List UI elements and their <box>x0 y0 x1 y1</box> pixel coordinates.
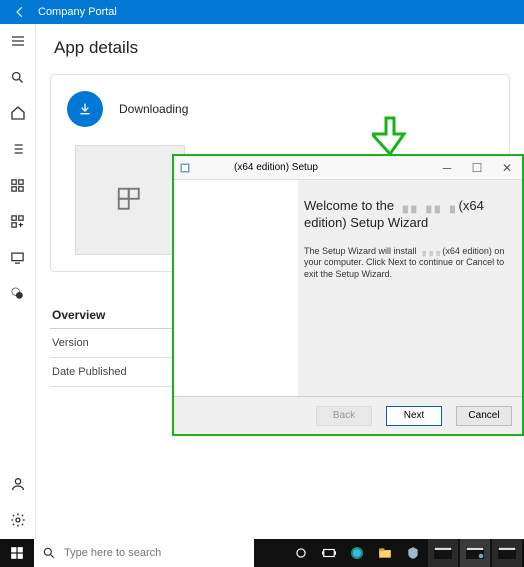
installer-heading: Welcome to the ▗ ▖▗ ▖▗ (x64 edition) Set… <box>304 198 510 232</box>
explorer-icon[interactable] <box>372 539 398 567</box>
edge-icon[interactable] <box>344 539 370 567</box>
search-input[interactable] <box>64 547 254 559</box>
settings-icon[interactable] <box>9 511 27 529</box>
taskview-icon[interactable] <box>316 539 342 567</box>
start-button[interactable] <box>0 539 34 567</box>
close-button[interactable]: ✕ <box>492 161 522 175</box>
taskbar-search[interactable] <box>34 539 254 567</box>
terminal-icon-2[interactable] <box>460 539 490 567</box>
page-title: App details <box>54 38 510 58</box>
installer-dialog: (x64 edition) Setup ─ ☐ ✕ Welcome to the… <box>172 154 524 436</box>
next-button[interactable]: Next <box>386 406 442 426</box>
app-thumbnail <box>75 145 185 255</box>
download-icon <box>67 91 103 127</box>
installer-side-graphic <box>174 180 298 396</box>
back-button: Back <box>316 406 372 426</box>
minimize-button[interactable]: ─ <box>432 161 462 175</box>
installer-app-icon <box>178 161 192 175</box>
terminal-icon[interactable] <box>428 539 458 567</box>
portal-icon[interactable] <box>400 539 426 567</box>
download-status: Downloading <box>119 102 188 116</box>
app-title: Company Portal <box>38 6 117 18</box>
search-icon[interactable] <box>9 68 27 86</box>
chat-icon[interactable] <box>9 284 27 302</box>
grid-add-icon[interactable] <box>9 212 27 230</box>
device-icon[interactable] <box>9 248 27 266</box>
home-icon[interactable] <box>9 104 27 122</box>
back-button[interactable] <box>6 5 34 19</box>
grid-icon[interactable] <box>9 176 27 194</box>
menu-icon[interactable] <box>9 32 27 50</box>
cancel-button[interactable]: Cancel <box>456 406 512 426</box>
profile-icon[interactable] <box>9 475 27 493</box>
cortana-icon[interactable] <box>288 539 314 567</box>
maximize-button[interactable]: ☐ <box>462 161 492 175</box>
installer-body-text: The Setup Wizard will install ▗▗▗ (x64 e… <box>304 246 510 281</box>
installer-title: (x64 edition) Setup <box>234 162 432 173</box>
terminal-icon-3[interactable] <box>492 539 522 567</box>
list-icon[interactable] <box>9 140 27 158</box>
